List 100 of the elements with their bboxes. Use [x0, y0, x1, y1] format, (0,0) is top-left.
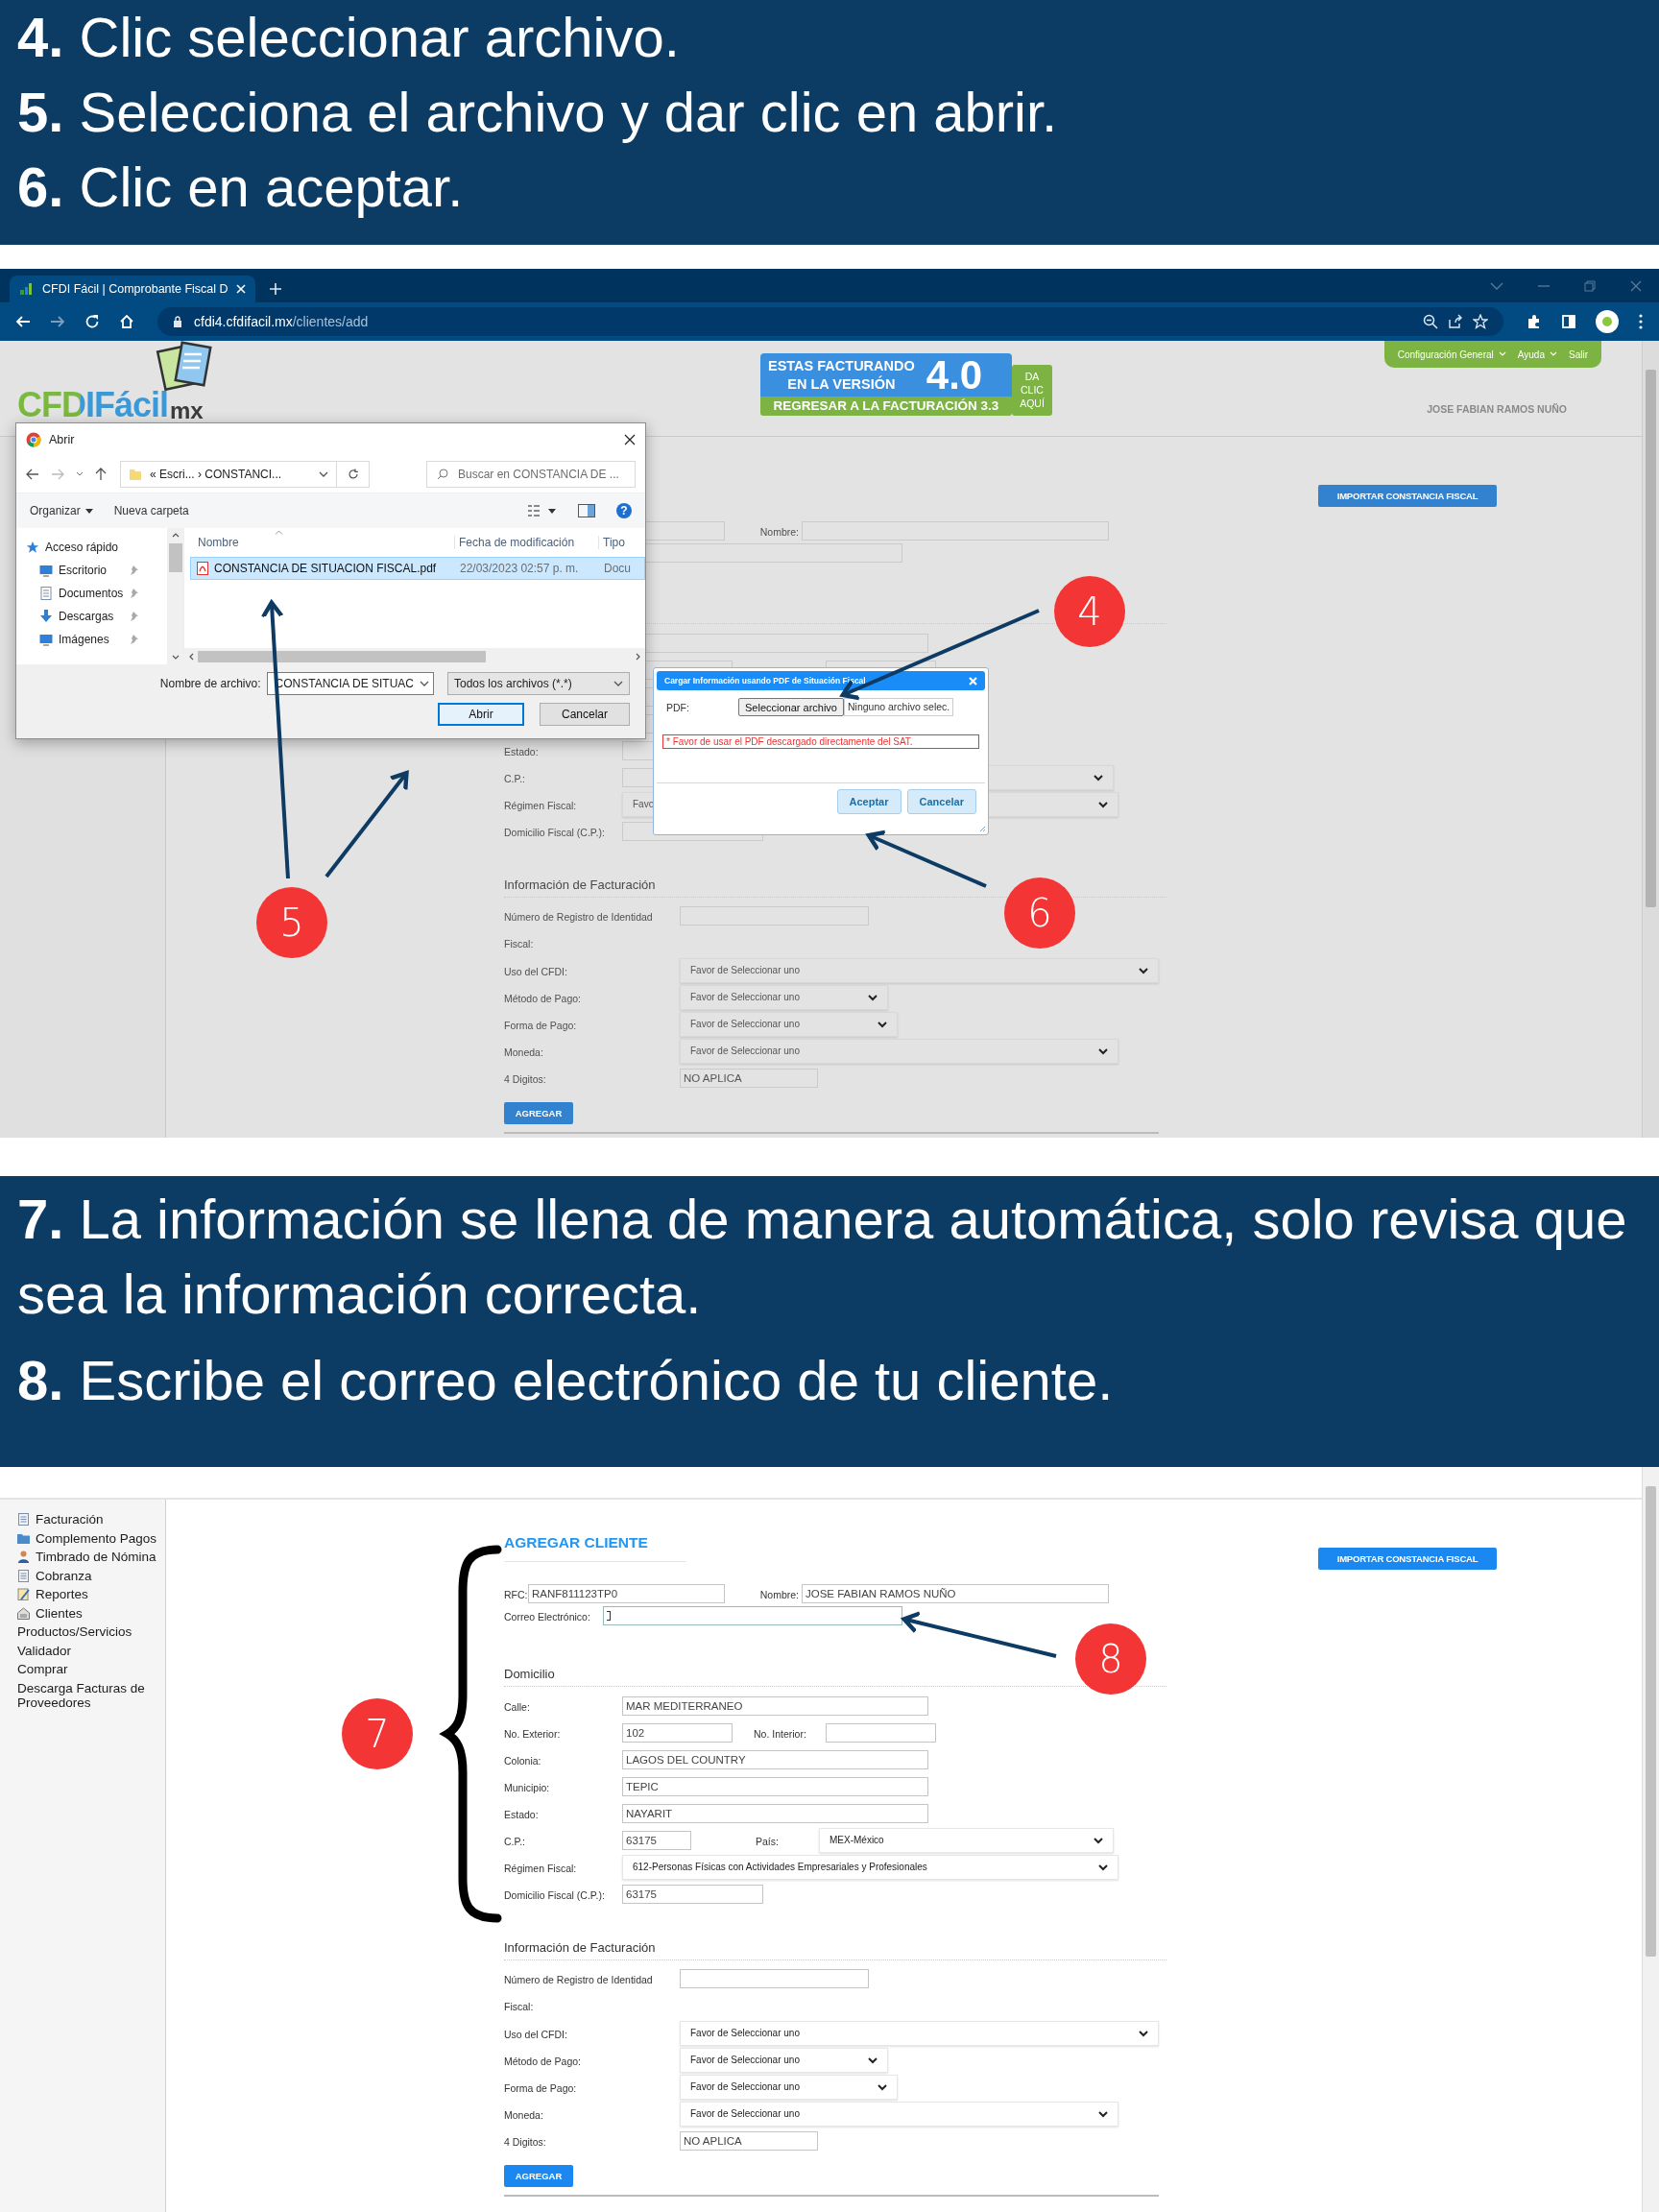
nav-item[interactable]: Imágenes	[26, 628, 167, 651]
add-button[interactable]: AGREGAR	[504, 1102, 573, 1124]
postal-code-field[interactable]: 63175	[622, 1831, 691, 1850]
new-folder-button[interactable]: Nueva carpeta	[113, 504, 189, 517]
email-field[interactable]	[603, 1605, 902, 1625]
scroll-thumb[interactable]	[1646, 370, 1656, 907]
sidebar-item[interactable]: Descarga Facturas de Proveedores	[17, 1680, 165, 1710]
scrollbar[interactable]	[184, 648, 645, 664]
currency-select[interactable]: Favor de Seleccionar uno	[680, 1039, 1118, 1064]
open-button[interactable]: Abrir	[438, 703, 524, 726]
cfdi-use-select[interactable]: Favor de Seleccionar uno	[680, 2021, 1159, 2046]
import-button[interactable]: IMPORTAR CONSTANCIA FISCAL	[1318, 485, 1497, 507]
path-field[interactable]: « Escri... › CONSTANCI...	[120, 461, 337, 488]
scroll-thumb[interactable]	[168, 543, 182, 572]
cancel-button[interactable]: Cancelar	[906, 789, 976, 814]
chevron-down-icon[interactable]	[76, 471, 84, 477]
nav-item[interactable]: Escritorio	[26, 559, 167, 582]
new-tab-icon[interactable]	[268, 282, 282, 296]
search-icon	[437, 469, 448, 480]
cfdi-use-select[interactable]: Favor de Seleccionar uno	[680, 958, 1159, 983]
puzzle-icon[interactable]	[1527, 314, 1542, 329]
more-icon[interactable]	[1638, 314, 1644, 329]
sidebar-item[interactable]: Reportes	[17, 1587, 165, 1601]
payment-form-select[interactable]: Favor de Seleccionar uno	[680, 2075, 898, 2100]
neighborhood-field[interactable]: LAGOS DEL COUNTRY	[622, 1750, 928, 1769]
sidebar-item[interactable]: Cobranza	[17, 1568, 165, 1583]
payment-method-select[interactable]: Favor de Seleccionar uno	[680, 2048, 888, 2073]
sidebar-item[interactable]: Comprar	[17, 1662, 165, 1676]
nav-item[interactable]: Descargas	[26, 605, 167, 628]
nav-item[interactable]: Acceso rápido	[26, 536, 167, 559]
organize-menu[interactable]: Organizar	[30, 504, 93, 517]
sidebar-item[interactable]: Timbrado de Nómina	[17, 1550, 165, 1564]
field-label: Calle:	[504, 1701, 530, 1713]
view-icon[interactable]	[528, 505, 557, 517]
tax-regime-select[interactable]: 612-Personas Físicas con Actividades Empresariales y Profesionales	[622, 1855, 1118, 1880]
cancel-button[interactable]: Cancelar	[540, 703, 630, 726]
nav-item[interactable]: Documentos	[26, 582, 167, 605]
star-icon[interactable]	[1473, 314, 1488, 329]
reload-icon[interactable]	[84, 314, 100, 329]
up-arrow-icon[interactable]	[95, 468, 107, 481]
tax-address-field[interactable]: 63175	[622, 1885, 763, 1904]
document-icon	[17, 1588, 30, 1600]
search-field[interactable]: Buscar en CONSTANCIA DE ...	[426, 461, 636, 488]
sidebar-item[interactable]: Productos/Servicios	[17, 1624, 165, 1639]
registry-number-field[interactable]	[680, 1969, 869, 1988]
scrollbar[interactable]	[1642, 341, 1659, 1138]
back-icon[interactable]	[26, 469, 39, 480]
column-header[interactable]: Fecha de modificación	[455, 536, 599, 549]
chevron-down-icon	[319, 470, 328, 478]
currency-select[interactable]: Favor de Seleccionar uno	[680, 2102, 1118, 2127]
sidebar-item[interactable]: Facturación	[17, 1512, 165, 1527]
digits-field[interactable]: NO APLICA	[680, 2131, 818, 2151]
sidebar-item[interactable]: Clientes	[17, 1605, 165, 1621]
column-header[interactable]: Tipo	[599, 536, 625, 549]
browser-tab[interactable]: CFDI Fácil | Comprobante Fiscal D	[10, 276, 255, 302]
choose-file-button[interactable]: Seleccionar archivo	[738, 698, 844, 716]
payment-method-select[interactable]: Favor de Seleccionar uno	[680, 985, 888, 1010]
country-select[interactable]: MEX-México	[819, 1828, 1114, 1853]
name-field[interactable]: JOSE FABIAN RAMOS NUÑO	[802, 1583, 1109, 1603]
registry-number-field[interactable]	[680, 906, 869, 926]
address-field[interactable]: cfdi4.cfdifacil.mx/clientes/add	[157, 307, 1503, 336]
scroll-thumb[interactable]	[1646, 1486, 1656, 1957]
instruction-step: 6. Clic en aceptar.	[17, 150, 1642, 225]
zoom-icon[interactable]	[1423, 314, 1438, 329]
digits-field[interactable]: NO APLICA	[680, 1069, 818, 1088]
sidebar-item[interactable]: Complemento Pagos	[17, 1530, 165, 1546]
file-row[interactable]: CONSTANCIA DE SITUACION FISCAL.pdf 22/03/2023 02:57 p. m. Docu	[190, 557, 645, 580]
sidebar-icon[interactable]	[1561, 314, 1576, 329]
chevron-down-icon[interactable]	[1490, 280, 1503, 291]
street-field[interactable]: MAR MEDITERRANEO	[622, 1696, 928, 1716]
interior-number-field[interactable]	[826, 1723, 936, 1743]
restore-icon[interactable]	[1584, 279, 1596, 292]
help-button[interactable]: ?	[616, 503, 632, 518]
name-field[interactable]	[802, 520, 1109, 541]
state-field[interactable]: NAYARIT	[622, 1804, 928, 1823]
file-type-select[interactable]: Todos los archivos (*.*)	[447, 672, 630, 695]
resize-grip-icon[interactable]	[979, 826, 986, 832]
scrollbar[interactable]	[167, 528, 183, 664]
instruction-step: 8. Escribe el correo electrónico de tu cliente.	[17, 1343, 1642, 1418]
close-icon[interactable]	[624, 434, 636, 445]
home-icon[interactable]	[119, 314, 134, 329]
forward-icon[interactable]	[50, 314, 65, 329]
column-header[interactable]: Nombre	[184, 536, 455, 549]
refresh-button[interactable]	[337, 461, 370, 488]
exterior-number-field[interactable]: 102	[622, 1723, 733, 1743]
scrollbar[interactable]	[1642, 1467, 1659, 2212]
pdf-icon	[197, 562, 208, 575]
import-button[interactable]: IMPORTAR CONSTANCIA FISCAL	[1318, 1548, 1497, 1570]
scroll-thumb[interactable]	[198, 650, 486, 662]
rfc-field[interactable]: RANF811123TP0	[528, 1583, 725, 1603]
preview-pane-icon[interactable]	[578, 504, 595, 517]
sidebar-item[interactable]: Validador	[17, 1643, 165, 1658]
caret-icon	[1094, 774, 1103, 781]
accept-button[interactable]: Aceptar	[836, 789, 902, 814]
payment-form-select[interactable]: Favor de Seleccionar uno	[680, 1012, 898, 1037]
share-icon[interactable]	[1448, 314, 1463, 329]
back-icon[interactable]	[15, 314, 31, 329]
municipality-field[interactable]: TEPIC	[622, 1777, 928, 1796]
avatar-icon[interactable]	[1596, 310, 1619, 333]
add-button[interactable]: AGREGAR	[504, 2165, 573, 2187]
